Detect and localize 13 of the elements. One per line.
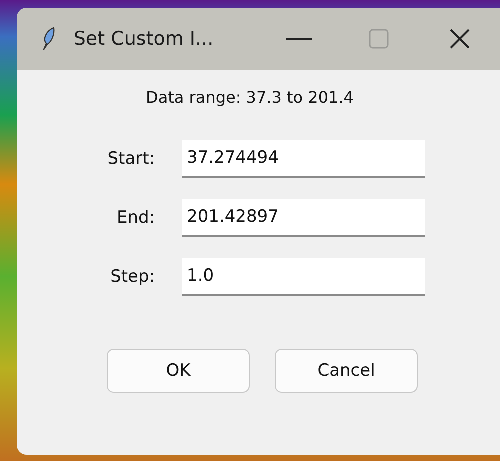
field-label: Start: — [106, 149, 155, 169]
data-range-text: Data range: 37.3 to 201.4 — [145, 88, 355, 107]
field-label: End: — [116, 208, 155, 228]
input-field[interactable]: 1.0 — [182, 258, 425, 296]
field-label: Step: — [110, 267, 155, 287]
window-title: Set Custom I... — [74, 28, 215, 50]
feather-icon — [41, 26, 56, 52]
dialog-button[interactable]: Cancel — [275, 349, 418, 393]
minimize-icon[interactable] — [286, 37, 312, 41]
input-field[interactable]: 37.274494 — [182, 140, 425, 178]
dialog-button[interactable]: OK — [107, 349, 250, 393]
close-icon[interactable] — [448, 28, 471, 50]
input-field[interactable]: 201.42897 — [182, 199, 425, 237]
